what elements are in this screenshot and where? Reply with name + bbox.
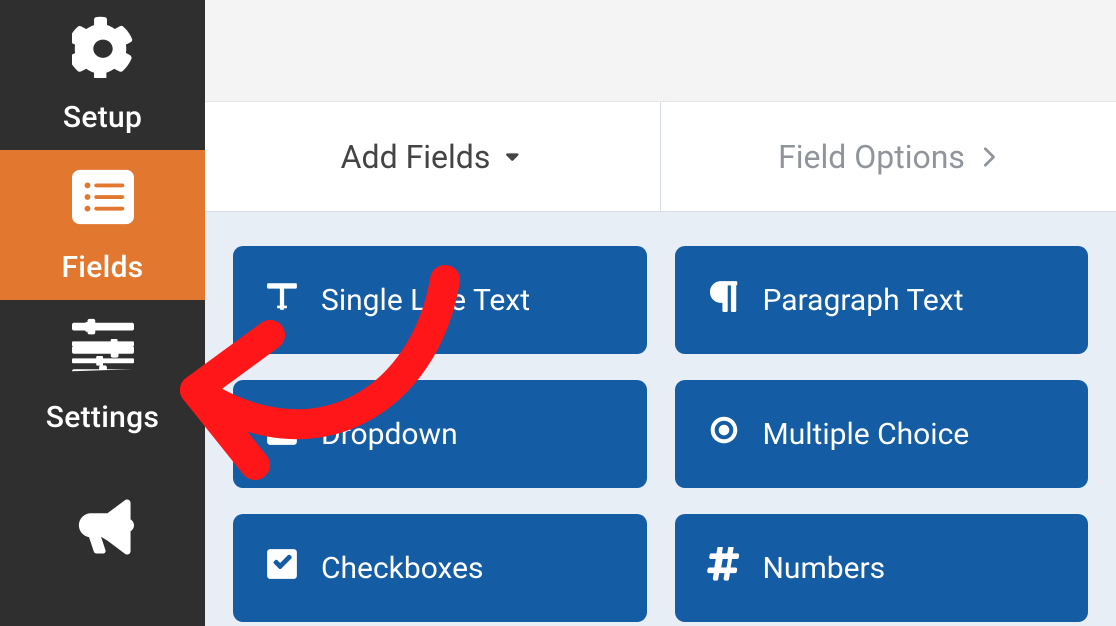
field-multiple-choice[interactable]: Multiple Choice (675, 380, 1089, 488)
paragraph-icon (707, 279, 741, 321)
sidebar-item-setup[interactable]: Setup (0, 0, 205, 150)
field-checkboxes[interactable]: Checkboxes (233, 514, 647, 622)
sidebar-item-fields[interactable]: Fields (0, 150, 205, 300)
sidebar-item-marketing[interactable] (0, 450, 205, 626)
field-label: Single Line Text (321, 283, 530, 318)
check-square-icon (265, 547, 299, 589)
app-root: Setup Fields Settings Add Fields (0, 0, 1116, 626)
tab-label: Add Fields (341, 138, 491, 176)
chevron-right-icon (977, 138, 999, 176)
field-label: Dropdown (321, 417, 458, 452)
sidebar-item-settings[interactable]: Settings (0, 300, 205, 450)
field-paragraph-text[interactable]: Paragraph Text (675, 246, 1089, 354)
text-cursor-icon (265, 279, 299, 321)
tab-add-fields[interactable]: Add Fields (205, 102, 661, 211)
field-label: Checkboxes (321, 551, 484, 586)
tab-field-options[interactable]: Field Options (661, 102, 1116, 211)
field-label: Multiple Choice (763, 417, 970, 452)
field-label: Paragraph Text (763, 283, 964, 318)
sliders-icon (72, 316, 134, 386)
sidebar: Setup Fields Settings (0, 0, 205, 626)
main-area: Add Fields Field Options Single Line Tex… (205, 0, 1116, 626)
bullhorn-icon (72, 496, 134, 566)
radio-icon (707, 413, 741, 455)
field-single-line-text[interactable]: Single Line Text (233, 246, 647, 354)
hash-icon (707, 547, 741, 589)
top-strip (205, 0, 1116, 102)
tabs: Add Fields Field Options (205, 102, 1116, 212)
list-icon (72, 166, 134, 236)
caret-square-icon (265, 413, 299, 455)
field-numbers[interactable]: Numbers (675, 514, 1089, 622)
field-label: Numbers (763, 551, 886, 586)
fields-panel: Single Line Text Paragraph Text Dropdown… (205, 212, 1116, 626)
field-dropdown[interactable]: Dropdown (233, 380, 647, 488)
sidebar-item-label: Settings (46, 400, 159, 435)
sidebar-item-label: Fields (61, 250, 143, 285)
tab-label: Field Options (778, 138, 965, 176)
sidebar-item-label: Setup (63, 100, 142, 135)
chevron-down-icon (502, 138, 524, 176)
gear-icon (72, 16, 134, 86)
